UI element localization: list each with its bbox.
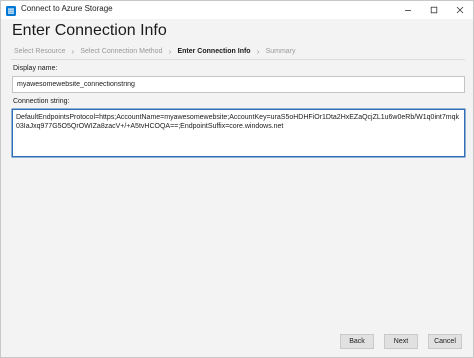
display-name-label: Display name: bbox=[13, 65, 58, 72]
breadcrumb-divider bbox=[11, 59, 465, 60]
dialog-window: Connect to Azure Storage Enter Connectio… bbox=[0, 0, 474, 358]
connection-string-input[interactable]: DefaultEndpointsProtocol=https;AccountNa… bbox=[12, 109, 465, 157]
cancel-button[interactable]: Cancel bbox=[428, 334, 462, 349]
back-button[interactable]: Back bbox=[340, 334, 374, 349]
step-summary: Summary bbox=[265, 48, 296, 55]
minimize-icon[interactable] bbox=[395, 1, 421, 19]
maximize-icon[interactable] bbox=[421, 1, 447, 19]
wizard-breadcrumb: Select Resource › Select Connection Meth… bbox=[11, 45, 465, 58]
chevron-right-icon: › bbox=[168, 47, 172, 56]
display-name-input[interactable] bbox=[12, 76, 465, 93]
title-bar: Connect to Azure Storage bbox=[1, 1, 473, 19]
next-button[interactable]: Next bbox=[384, 334, 418, 349]
step-select-connection-method: Select Connection Method bbox=[80, 48, 163, 55]
window-controls bbox=[395, 1, 473, 19]
chevron-right-icon: › bbox=[256, 47, 260, 56]
connection-string-label: Connection string: bbox=[13, 98, 70, 105]
close-icon[interactable] bbox=[447, 1, 473, 19]
step-select-resource: Select Resource bbox=[14, 48, 66, 55]
step-enter-connection-info: Enter Connection Info bbox=[177, 48, 251, 55]
azure-storage-explorer-icon bbox=[5, 4, 17, 16]
page-title: Enter Connection Info bbox=[12, 22, 167, 39]
window-title: Connect to Azure Storage bbox=[21, 4, 113, 13]
chevron-right-icon: › bbox=[71, 47, 75, 56]
